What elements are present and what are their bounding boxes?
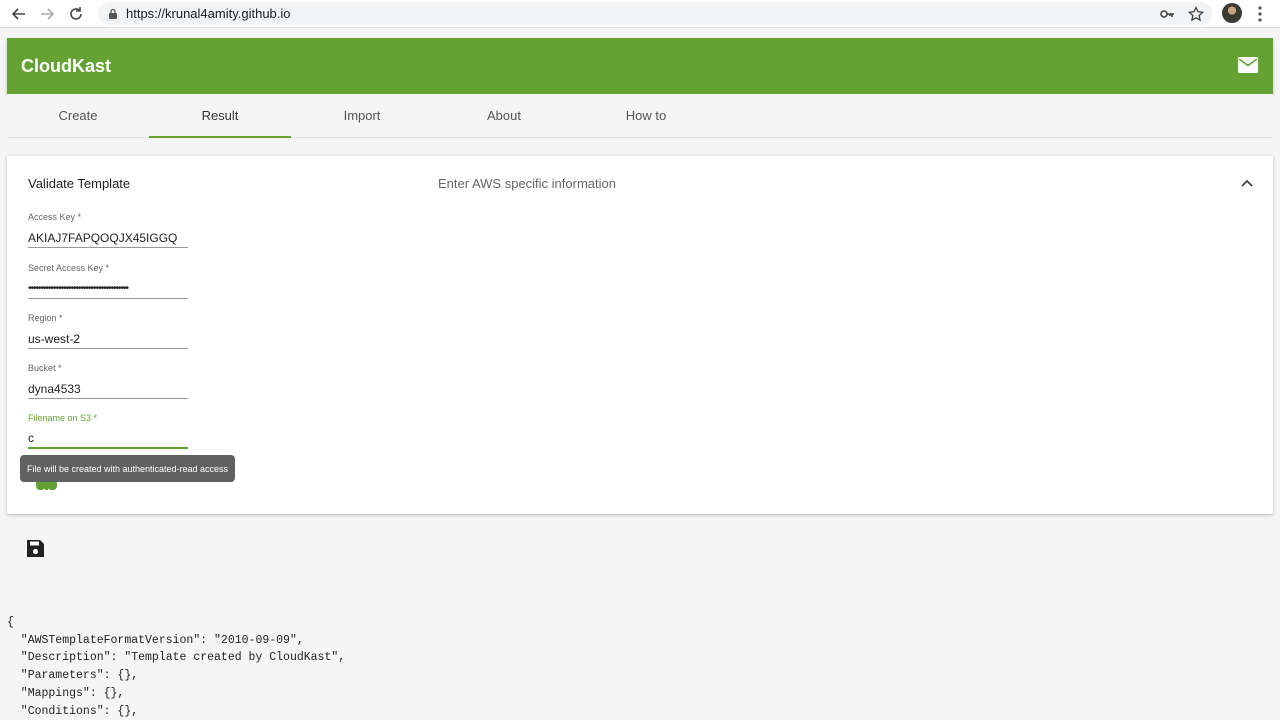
tab-create[interactable]: Create (7, 94, 149, 137)
validate-button[interactable] (36, 482, 57, 494)
bucket-field: Bucket * (28, 363, 188, 399)
code-line: "Conditions": {}, (7, 704, 139, 718)
key-icon[interactable] (1159, 6, 1175, 22)
browser-toolbar: https://krunal4amity.github.io (0, 0, 1280, 28)
back-arrow-icon[interactable] (9, 4, 29, 24)
code-line: { (7, 616, 14, 629)
secret-access-key-label: Secret Access Key * (28, 263, 110, 273)
reload-icon[interactable] (66, 4, 86, 24)
menu-dots-icon[interactable] (1258, 6, 1262, 22)
tab-how-to[interactable]: How to (575, 94, 717, 137)
access-key-label: Access Key * (28, 212, 82, 222)
code-line: "Parameters": {}, (7, 669, 139, 683)
secret-access-key-field: Secret Access Key * (28, 263, 188, 299)
template-json-output: { "AWSTemplateFormatVersion": "2010-09-0… (7, 614, 345, 720)
app-title: CloudKast (21, 56, 111, 76)
filename-input[interactable] (28, 429, 188, 449)
code-line: "Description": "Template created by Clou… (7, 651, 346, 665)
tab-about[interactable]: About (433, 94, 575, 137)
access-key-field: Access Key * (28, 212, 188, 248)
access-key-input[interactable] (28, 228, 188, 248)
code-line: "AWSTemplateFormatVersion": "2010-09-09"… (7, 633, 304, 647)
filename-label: Filename on S3 * (28, 413, 98, 423)
url-text: https://krunal4amity.github.io (126, 6, 291, 21)
region-label: Region * (28, 313, 63, 323)
profile-avatar[interactable] (1222, 3, 1242, 23)
filename-field: Filename on S3 * (28, 413, 188, 449)
tooltip: File will be created with authenticated-… (20, 455, 235, 482)
tab-bar: Create Result Import About How to (7, 94, 1273, 138)
save-icon[interactable] (26, 539, 45, 558)
panel-title[interactable]: Validate Template (28, 176, 130, 191)
star-icon[interactable] (1188, 6, 1204, 22)
code-line: "Mappings": {}, (7, 686, 125, 700)
forward-arrow-icon[interactable] (37, 4, 57, 24)
app-header: CloudKast (7, 38, 1273, 94)
lock-icon (109, 8, 117, 19)
bucket-input[interactable] (28, 379, 188, 399)
panel-subtitle: Enter AWS specific information (438, 176, 616, 191)
chevron-up-icon[interactable] (1239, 176, 1255, 190)
check-icon (42, 488, 51, 494)
region-input[interactable] (28, 329, 188, 349)
secret-access-key-input[interactable] (28, 279, 188, 299)
mail-icon[interactable] (1237, 54, 1259, 76)
bucket-label: Bucket * (28, 363, 62, 373)
tab-import[interactable]: Import (291, 94, 433, 137)
region-field: Region * (28, 313, 188, 349)
address-bar[interactable]: https://krunal4amity.github.io (98, 2, 1212, 25)
validate-template-panel: Validate Template Enter AWS specific inf… (7, 156, 1273, 514)
tab-result[interactable]: Result (149, 94, 291, 138)
